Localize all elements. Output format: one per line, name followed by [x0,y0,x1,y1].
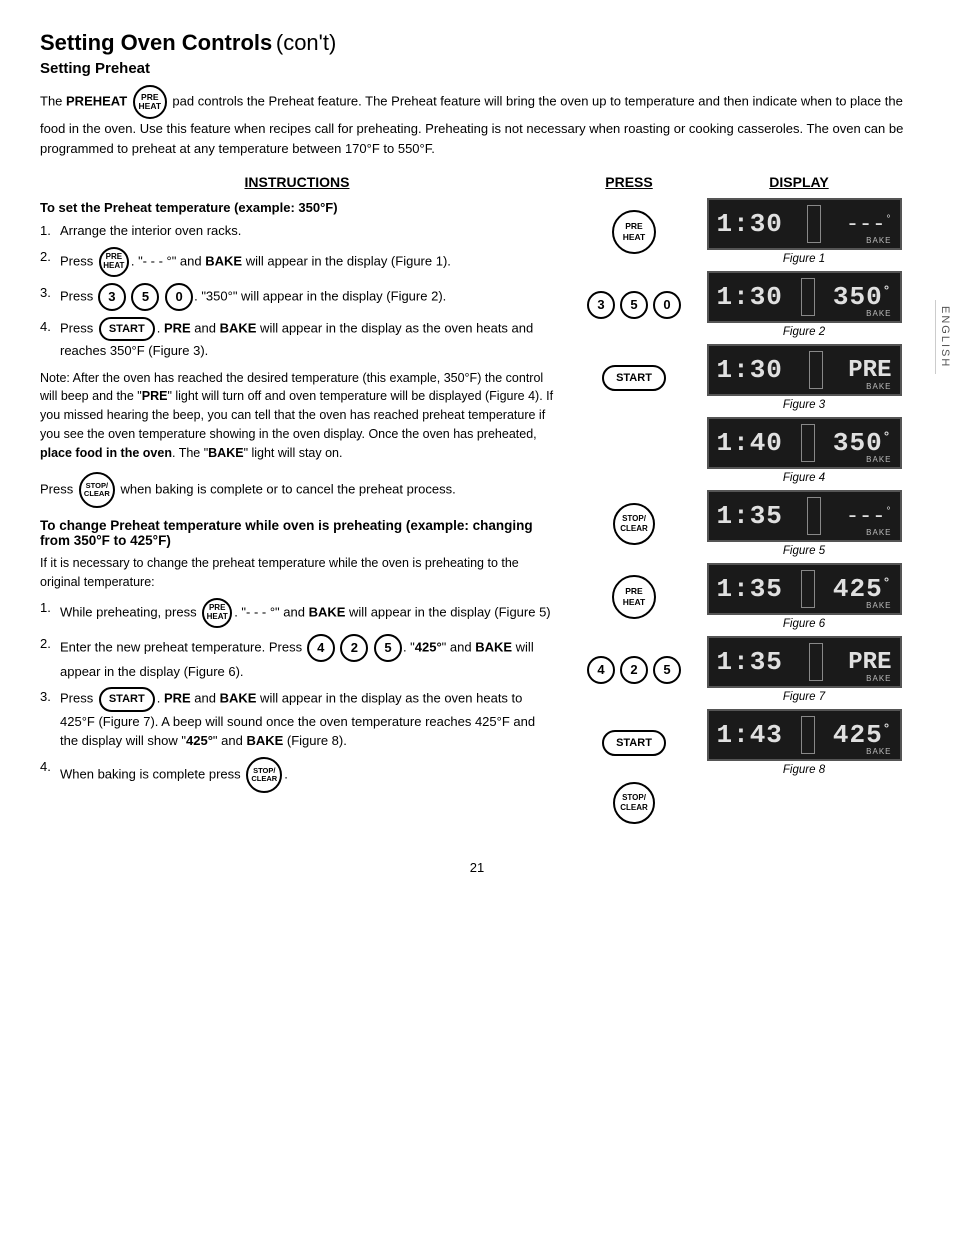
cancel-text: Press STOP/CLEAR when baking is complete… [40,472,554,508]
press-cell-3: START [574,365,694,391]
fig-7-label: Figure 7 [783,691,825,703]
btn-0: 0 [165,283,193,311]
fig-8-label: Figure 8 [783,764,825,776]
press-2: 2 [620,656,648,684]
press-0: 0 [653,291,681,319]
side-tab: ENGLISH [935,300,954,374]
step-2: 2. Press PREHEAT. "- - - °" and BAKE wil… [40,247,554,277]
press-cell-2: 3 5 0 [574,291,694,319]
preheat-label: PREHEAT [66,93,127,108]
preheat-btn-inline: PREHEAT [99,247,129,277]
stop-btn-inline: STOP/CLEAR [79,472,115,508]
press-5: 5 [620,291,648,319]
preheat-press-btn-1: PREHEAT [612,210,656,254]
section-title: Setting Preheat [40,60,914,77]
figure-1-row: PREHEAT 1:30 ---° BAKE Figure 1 [574,198,914,265]
press-cell-6: PREHEAT [574,575,694,619]
preheat-press-btn-2: PREHEAT [612,575,656,619]
press-425-btns: 4 2 5 [586,656,682,684]
fig-3-label: Figure 3 [783,399,825,411]
fig-4-label: Figure 4 [783,472,825,484]
change-step-4: 4. When baking is complete press STOP/CL… [40,757,554,793]
right-column: PRESS DISPLAY PREHEAT 1:30 ---° BAKE Fig… [574,174,914,830]
set-preheat-title: To set the Preheat temperature (example:… [40,200,554,215]
press-cell-8: START [574,730,694,756]
btn-5: 5 [131,283,159,311]
figure-6-row: PREHEAT 1:35 425° BAKE Figure 6 [574,563,914,630]
left-column: INSTRUCTIONS To set the Preheat temperat… [40,174,574,830]
btn-5b: 5 [374,634,402,662]
press-cell-1: PREHEAT [574,210,694,254]
press-350-btns: 3 5 0 [586,291,682,319]
display-cell-7: 1:35 PRE BAKE Figure 7 [694,636,914,703]
figure-4-row: 1:40 350° BAKE Figure 4 [574,417,914,484]
display-cell-8: 1:43 425° BAKE Figure 8 [694,709,914,776]
lcd-6: 1:35 425° BAKE [707,563,902,615]
figure-2-row: 3 5 0 1:30 350° BAKE Figure 2 [574,271,914,338]
press-cell-5: STOP/CLEAR [574,503,694,545]
stop-press-btn2: STOP/CLEAR [613,782,655,824]
page-title: Setting Oven Controls (con't) [40,30,914,56]
lcd-5: 1:35 ---° BAKE [707,490,902,542]
display-cell-2: 1:30 350° BAKE Figure 2 [694,271,914,338]
display-cell-1: 1:30 ---° BAKE Figure 1 [694,198,914,265]
lcd-7: 1:35 PRE BAKE [707,636,902,688]
display-cell-5: 1:35 ---° BAKE Figure 5 [694,490,914,557]
fig-1-label: Figure 1 [783,253,825,265]
instructions-header: INSTRUCTIONS [40,174,554,190]
fig-2-label: Figure 2 [783,326,825,338]
change-preheat-title: To change Preheat temperature while oven… [40,518,554,548]
figure-5-row: STOP/CLEAR 1:35 ---° BAKE Figure 5 [574,490,914,557]
main-layout: INSTRUCTIONS To set the Preheat temperat… [40,174,914,830]
fig-5-label: Figure 5 [783,545,825,557]
lcd-3: 1:30 PRE BAKE [707,344,902,396]
lcd-1: 1:30 ---° BAKE [707,198,902,250]
change-preheat-sub: If it is necessary to change the preheat… [40,554,554,592]
display-cell-4: 1:40 350° BAKE Figure 4 [694,417,914,484]
figure-8b-row: STOP/CLEAR [574,782,914,824]
right-headers: PRESS DISPLAY [574,174,914,190]
btn-2: 2 [340,634,368,662]
stop-press-btn: STOP/CLEAR [613,503,655,545]
press-3: 3 [587,291,615,319]
start-press-btn2: START [602,730,666,756]
figure-3-row: START 1:30 PRE BAKE Figure 3 [574,344,914,411]
display-header: DISPLAY [684,174,914,190]
display-cell-6: 1:35 425° BAKE Figure 6 [694,563,914,630]
press-4: 4 [587,656,615,684]
lcd-8: 1:43 425° BAKE [707,709,902,761]
lcd-4: 1:40 350° BAKE [707,417,902,469]
figure-7-row: 4 2 5 1:35 PRE BAKE Figure 7 [574,636,914,703]
press-header: PRESS [574,174,684,190]
step-1: 1. Arrange the interior oven racks. [40,221,554,241]
start-press-btn: START [602,365,666,391]
btn-4: 4 [307,634,335,662]
press-cell-8b: STOP/CLEAR [574,782,694,824]
preheat-badge: PREHEAT [133,85,167,119]
figure-8-row: START 1:43 425° BAKE Figure 8 [574,709,914,776]
start-btn2: START [99,687,155,712]
change-step-2: 2. Enter the new preheat temperature. Pr… [40,634,554,682]
press-5c: 5 [653,656,681,684]
step-4: 4. Press START. PRE and BAKE will appear… [40,317,554,361]
lcd-2: 1:30 350° BAKE [707,271,902,323]
press-cell-7: 4 2 5 [574,656,694,684]
stop-btn-inline2: STOP/CLEAR [246,757,282,793]
btn-3: 3 [98,283,126,311]
intro-text: The PREHEAT PREHEAT pad controls the Pre… [40,85,914,158]
change-step-1: 1. While preheating, press PREHEAT. "- -… [40,598,554,628]
step-3: 3. Press 3 5 0. "350°" will appear in th… [40,283,554,311]
preheat-btn-inline2: PREHEAT [202,598,232,628]
page-number: 21 [40,860,914,875]
note-text: Note: After the oven has reached the des… [40,369,554,463]
change-step-3: 3. Press START. PRE and BAKE will appear… [40,687,554,751]
display-cell-3: 1:30 PRE BAKE Figure 3 [694,344,914,411]
start-btn: START [99,317,155,342]
fig-6-label: Figure 6 [783,618,825,630]
